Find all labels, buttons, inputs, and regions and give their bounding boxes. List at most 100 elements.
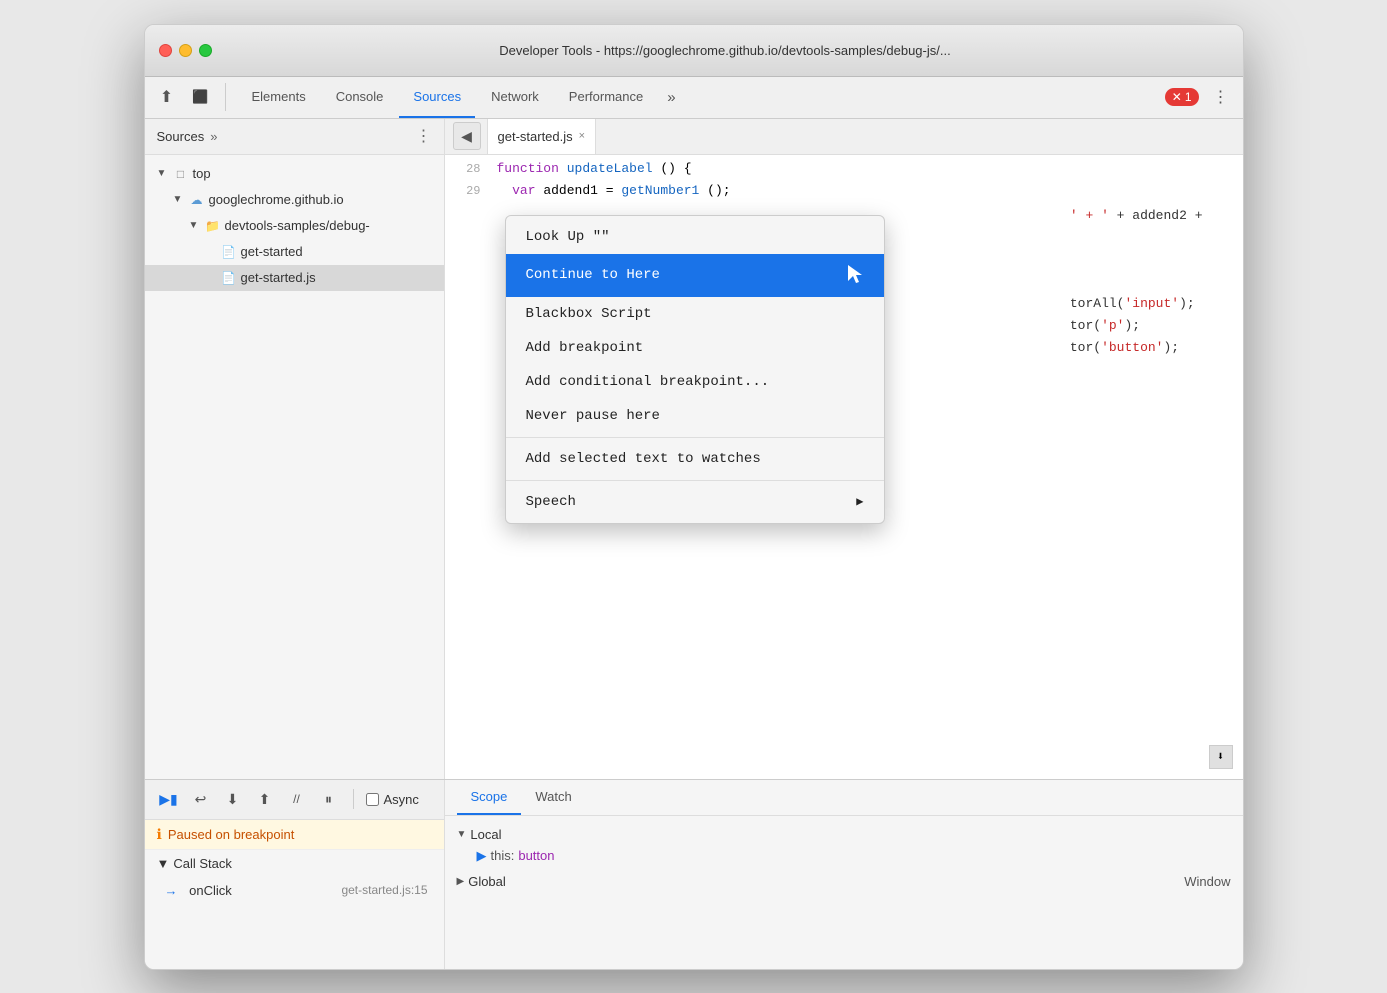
call-stack-title: Call Stack bbox=[173, 856, 232, 871]
inspect-button[interactable]: ⬛ bbox=[187, 83, 215, 111]
ctx-label-conditional-breakpoint: Add conditional breakpoint... bbox=[526, 374, 770, 390]
ctx-label-lookup: Look Up "" bbox=[526, 229, 610, 245]
tab-sources[interactable]: Sources bbox=[399, 77, 475, 118]
ctx-item-add-breakpoint[interactable]: Add breakpoint bbox=[506, 331, 884, 365]
window-title: Developer Tools - https://googlechrome.g… bbox=[222, 43, 1229, 58]
titlebar: Developer Tools - https://googlechrome.g… bbox=[145, 25, 1243, 77]
bottom-section: ▶▮ ↩ ⬇ ⬆ // ⏸ bbox=[145, 779, 1243, 969]
async-label: Async bbox=[384, 792, 419, 807]
tab-scope[interactable]: Scope bbox=[457, 780, 522, 815]
inspect-icon: ⬛ bbox=[192, 89, 208, 105]
paused-text: Paused on breakpoint bbox=[168, 827, 294, 842]
tab-watch[interactable]: Watch bbox=[521, 780, 585, 815]
code-line-29: 29 var addend1 = getNumber1 (); bbox=[445, 183, 1243, 205]
scope-this-key: this: bbox=[491, 848, 515, 863]
ctx-item-never-pause[interactable]: Never pause here bbox=[506, 399, 884, 433]
tree-label-get-started: get-started bbox=[241, 244, 303, 259]
cursor-icon: ⬆ bbox=[160, 87, 173, 107]
line-number-28: 28 bbox=[445, 162, 493, 176]
editor-tab-get-started-js[interactable]: get-started.js × bbox=[487, 119, 597, 154]
tree-label-top: top bbox=[193, 166, 211, 181]
kebab-menu-button[interactable]: ⋮ bbox=[1207, 83, 1235, 111]
traffic-lights bbox=[159, 44, 212, 57]
tab-console[interactable]: Console bbox=[322, 77, 398, 118]
minimize-button[interactable] bbox=[179, 44, 192, 57]
toolbar-icon-group: ⬆ ⬛ bbox=[153, 83, 226, 111]
ctx-label-add-breakpoint: Add breakpoint bbox=[526, 340, 644, 356]
more-tabs-button[interactable]: » bbox=[659, 89, 683, 106]
bottom-left-panel: ▶▮ ↩ ⬇ ⬆ // ⏸ bbox=[145, 780, 445, 969]
call-stack-arrow: → bbox=[165, 883, 178, 898]
line-content-29: var addend1 = getNumber1 (); bbox=[493, 183, 1243, 198]
call-stack-function-name: onClick bbox=[189, 883, 232, 898]
scope-group-local: ▼ Local ▶ this: button bbox=[457, 824, 1231, 867]
step-over-icon: ↩ bbox=[195, 791, 207, 808]
ctx-label-add-watches: Add selected text to watches bbox=[526, 451, 761, 467]
error-badge[interactable]: ✕ 1 bbox=[1165, 88, 1199, 106]
tree-item-get-started[interactable]: ▶ 📄 get-started bbox=[145, 239, 444, 265]
tree-arrow-top: ▼ bbox=[157, 168, 169, 179]
code-line-28: 28 function updateLabel () { bbox=[445, 161, 1243, 183]
step-over-button[interactable]: ↩ bbox=[189, 787, 213, 811]
tree-item-github[interactable]: ▼ ☁ googlechrome.github.io bbox=[145, 187, 444, 213]
scope-local-header[interactable]: ▼ Local bbox=[457, 824, 1231, 845]
error-x-icon: ✕ bbox=[1172, 90, 1182, 104]
js-file-icon: 📄 bbox=[221, 270, 237, 286]
ctx-item-conditional-breakpoint[interactable]: Add conditional breakpoint... bbox=[506, 365, 884, 399]
tab-performance[interactable]: Performance bbox=[555, 77, 657, 118]
call-stack-header[interactable]: ▼ Call Stack bbox=[145, 850, 444, 877]
editor-nav-button[interactable]: ◀ bbox=[453, 122, 481, 150]
scope-global-header[interactable]: ▶ Global Window bbox=[457, 871, 1231, 892]
ctx-item-continue[interactable]: Continue to Here bbox=[506, 254, 884, 297]
line-content-28: function updateLabel () { bbox=[493, 161, 1243, 176]
cursor-tool-button[interactable]: ⬆ bbox=[153, 83, 181, 111]
debug-separator bbox=[353, 789, 354, 809]
sources-panel-more[interactable]: » bbox=[210, 129, 217, 144]
file-tree: ▼ □ top ▼ ☁ googlechrome.github.io ▼ 📁 d… bbox=[145, 155, 444, 779]
step-out-icon: ⬆ bbox=[259, 791, 271, 808]
tree-label-github: googlechrome.github.io bbox=[209, 192, 344, 207]
close-button[interactable] bbox=[159, 44, 172, 57]
tree-label-get-started-js: get-started.js bbox=[241, 270, 316, 285]
debugger-toolbar: ▶▮ ↩ ⬇ ⬆ // ⏸ bbox=[145, 780, 444, 820]
toolbar-right: ✕ 1 ⋮ bbox=[1165, 83, 1235, 111]
editor-tab-close-button[interactable]: × bbox=[579, 130, 585, 142]
scope-this-value: button bbox=[518, 848, 554, 863]
ctx-item-add-watches[interactable]: Add selected text to watches bbox=[506, 442, 884, 476]
scroll-to-bottom-button[interactable]: ⬇ bbox=[1209, 745, 1233, 769]
pause-on-exceptions-button[interactable]: ⏸ bbox=[317, 787, 341, 811]
resume-button[interactable]: ▶▮ bbox=[157, 787, 181, 811]
ctx-label-speech: Speech bbox=[526, 494, 576, 510]
tree-item-top[interactable]: ▼ □ top bbox=[145, 161, 444, 187]
tree-item-devtools[interactable]: ▼ 📁 devtools-samples/debug- bbox=[145, 213, 444, 239]
error-count: 1 bbox=[1185, 90, 1192, 104]
maximize-button[interactable] bbox=[199, 44, 212, 57]
line-number-29: 29 bbox=[445, 184, 493, 198]
scope-local-arrow: ▼ bbox=[457, 829, 467, 840]
async-checkbox-input[interactable] bbox=[366, 793, 379, 806]
window-icon: □ bbox=[173, 166, 189, 182]
ctx-item-lookup[interactable]: Look Up "" bbox=[506, 220, 884, 254]
step-into-button[interactable]: ⬇ bbox=[221, 787, 245, 811]
ctx-label-blackbox: Blackbox Script bbox=[526, 306, 652, 322]
kebab-icon: ⋮ bbox=[1213, 87, 1229, 107]
context-menu: Look Up "" Continue to Here Blackbox Scr… bbox=[505, 215, 885, 524]
sources-panel-menu[interactable]: ⋮ bbox=[416, 126, 432, 146]
code-editor[interactable]: 28 function updateLabel () { 29 var ad bbox=[445, 155, 1243, 779]
ctx-item-blackbox[interactable]: Blackbox Script bbox=[506, 297, 884, 331]
scope-global-arrow: ▶ bbox=[457, 876, 465, 887]
tab-network[interactable]: Network bbox=[477, 77, 553, 118]
call-stack-arrow-icon: ▼ bbox=[157, 856, 170, 871]
code-partial-1: ' + ' + addend2 + bbox=[1070, 205, 1203, 227]
code-partial-2: torAll('input'); bbox=[1070, 293, 1203, 315]
async-checkbox-group: Async bbox=[366, 792, 419, 807]
step-into-icon: ⬇ bbox=[227, 791, 239, 808]
call-stack-item-onclick[interactable]: → onClick get-started.js:15 bbox=[145, 877, 444, 904]
ctx-separator-1 bbox=[506, 437, 884, 438]
step-out-button[interactable]: ⬆ bbox=[253, 787, 277, 811]
tree-item-get-started-js[interactable]: ▶ 📄 get-started.js bbox=[145, 265, 444, 291]
ctx-item-speech[interactable]: Speech ▶ bbox=[506, 485, 884, 519]
tab-elements[interactable]: Elements bbox=[238, 77, 320, 118]
deactivate-breakpoints-button[interactable]: // bbox=[285, 787, 309, 811]
cloud-folder-icon: ☁ bbox=[189, 192, 205, 208]
